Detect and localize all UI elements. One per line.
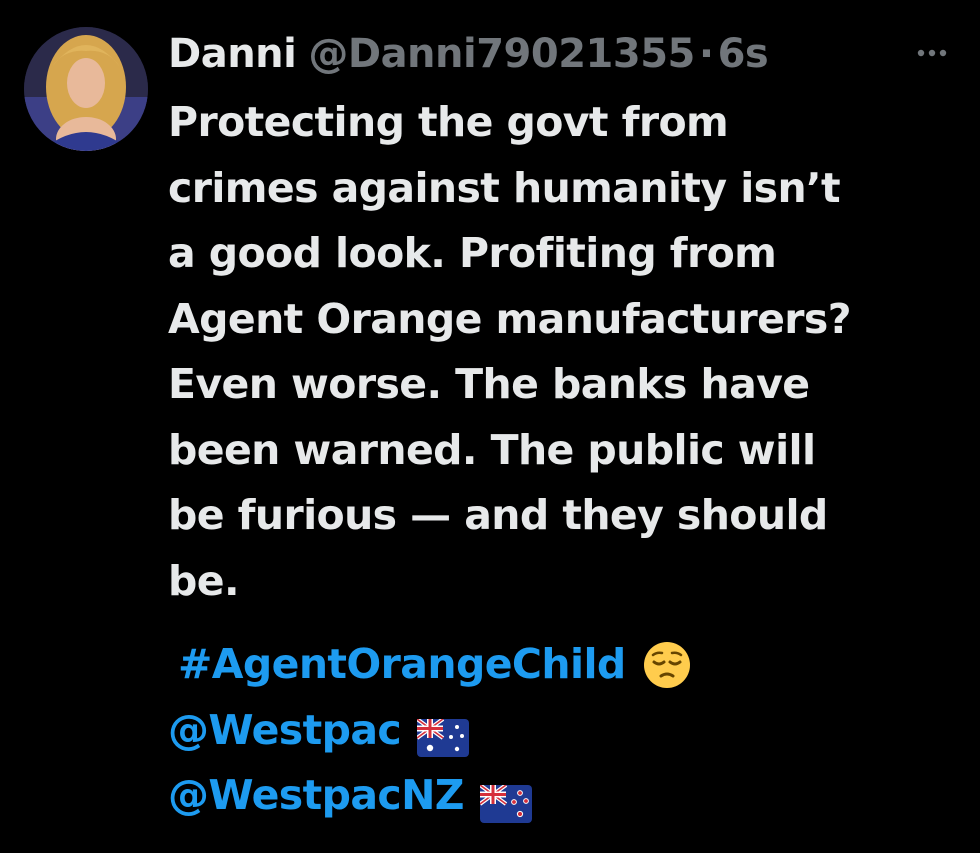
australia-flag-icon xyxy=(415,711,470,758)
tweet-text-line: been warned. The public will xyxy=(168,425,816,474)
hashtag-line: #AgentOrangeChild xyxy=(168,632,958,698)
pensive-face-emoji xyxy=(642,640,692,690)
mention-link-westpacnz[interactable]: @WestpacNZ xyxy=(168,763,465,829)
mention-line: @WestpacNZ xyxy=(168,763,958,829)
user-handle[interactable]: @Danni79021355 xyxy=(308,31,695,77)
mention-line: @Westpac xyxy=(168,698,958,764)
tweet-text: Protecting the govt from crimes against … xyxy=(168,90,958,614)
tweet-text-line: crimes against humanity isn’t xyxy=(168,163,841,212)
tweet-text-line: a good look. Profiting from xyxy=(168,229,777,277)
tweet[interactable]: Danni @Danni79021355 · 6s Protecting the… xyxy=(0,0,980,853)
tweet-text-line: Protecting the govt from xyxy=(168,98,729,146)
tweet-text-line: be. xyxy=(168,556,240,605)
hashtag-link[interactable]: #AgentOrangeChild xyxy=(178,632,626,698)
tweet-text-line: Even worse. The banks have xyxy=(168,360,810,408)
tweet-header: Danni @Danni79021355 · 6s xyxy=(168,26,769,82)
avatar[interactable] xyxy=(24,27,148,151)
mention-link-westpac[interactable]: @Westpac xyxy=(168,698,402,764)
tweet-text-line: be furious — and they should xyxy=(168,491,828,539)
tweet-text-line: Agent Orange manufacturers? xyxy=(168,294,852,343)
display-name[interactable]: Danni xyxy=(168,31,297,77)
separator-dot: · xyxy=(698,31,714,77)
timestamp[interactable]: 6s xyxy=(718,31,769,77)
tweet-tags: #AgentOrangeChild @Westpac @WestpacNZ xyxy=(168,632,958,829)
new-zealand-flag-icon xyxy=(478,777,532,823)
more-horizontal-icon[interactable] xyxy=(912,38,952,68)
avatar-image xyxy=(24,27,148,151)
